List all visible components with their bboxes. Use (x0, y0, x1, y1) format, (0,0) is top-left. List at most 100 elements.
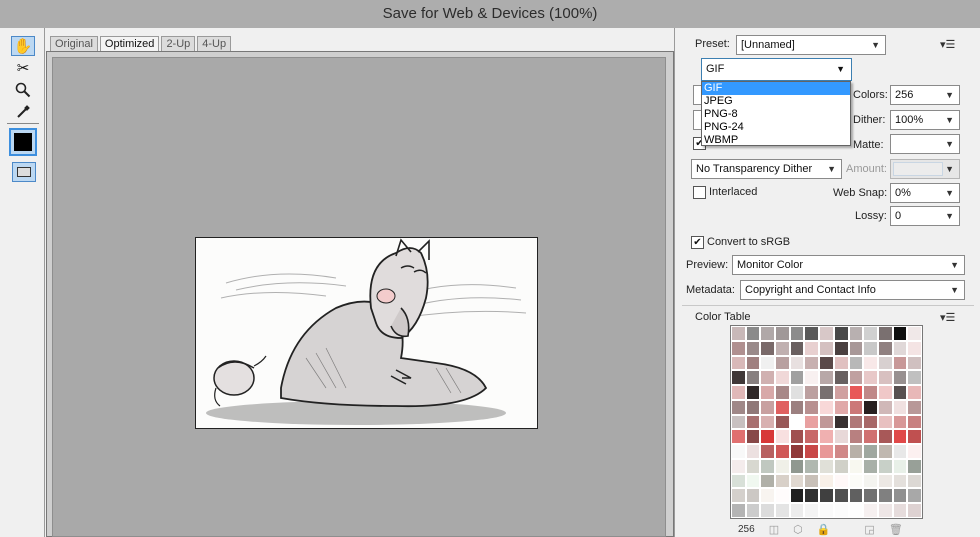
color-swatch[interactable] (732, 356, 745, 370)
color-swatch[interactable] (849, 371, 863, 385)
web-shift-icon[interactable]: ⬡ (793, 523, 803, 536)
color-swatch[interactable] (878, 415, 892, 429)
color-swatch[interactable] (908, 371, 921, 385)
color-swatch[interactable] (805, 371, 819, 385)
color-swatch[interactable] (820, 400, 833, 414)
color-swatch[interactable] (732, 341, 745, 355)
format-option-gif[interactable]: GIF (702, 82, 850, 95)
color-swatch[interactable] (908, 415, 921, 429)
zoom-tool-icon[interactable] (11, 80, 35, 100)
color-swatch[interactable] (820, 459, 833, 473)
color-swatch[interactable] (805, 489, 819, 503)
color-swatch[interactable] (776, 341, 789, 355)
color-swatch[interactable] (790, 371, 804, 385)
color-swatch[interactable] (834, 341, 848, 355)
color-swatch[interactable] (849, 356, 863, 370)
color-swatch[interactable] (776, 445, 789, 458)
color-swatch[interactable] (732, 430, 745, 444)
color-swatch[interactable] (761, 504, 775, 517)
color-swatch[interactable] (878, 459, 892, 473)
eyedropper-color-swatch[interactable] (9, 128, 37, 156)
format-option-png-8[interactable]: PNG-8 (702, 108, 850, 121)
color-swatch[interactable] (790, 430, 804, 444)
color-swatch[interactable] (834, 489, 848, 503)
color-swatch[interactable] (732, 415, 745, 429)
hand-tool-icon[interactable]: ✋ (11, 36, 35, 56)
optimized-image-preview[interactable] (195, 237, 538, 429)
color-swatch[interactable] (864, 489, 877, 503)
color-swatch[interactable] (864, 430, 877, 444)
color-swatch[interactable] (864, 356, 877, 370)
color-swatch[interactable] (790, 459, 804, 473)
color-swatch[interactable] (820, 327, 833, 340)
metadata-select[interactable]: Copyright and Contact Info ▼ (740, 280, 965, 300)
color-swatch[interactable] (864, 341, 877, 355)
color-swatch[interactable] (864, 371, 877, 385)
matte-select[interactable]: ▼ (890, 134, 960, 154)
color-swatch[interactable] (893, 504, 907, 517)
interlaced-checkbox[interactable] (693, 185, 706, 199)
color-swatch[interactable] (864, 386, 877, 399)
color-swatch[interactable] (834, 386, 848, 399)
color-swatch[interactable] (776, 489, 789, 503)
color-swatch[interactable] (849, 504, 863, 517)
color-swatch[interactable] (820, 371, 833, 385)
convert-srgb-option[interactable]: ✔ Convert to sRGB (691, 232, 790, 252)
color-swatch[interactable] (878, 445, 892, 458)
color-swatch[interactable] (776, 415, 789, 429)
color-swatch[interactable] (908, 341, 921, 355)
color-swatch[interactable] (732, 459, 745, 473)
color-swatch[interactable] (790, 341, 804, 355)
color-swatch[interactable] (746, 356, 760, 370)
color-swatch[interactable] (805, 459, 819, 473)
color-swatch[interactable] (761, 430, 775, 444)
color-swatch[interactable] (790, 386, 804, 399)
color-swatch[interactable] (820, 415, 833, 429)
color-swatch[interactable] (790, 327, 804, 340)
color-swatch[interactable] (849, 386, 863, 399)
color-swatch[interactable] (746, 489, 760, 503)
optimize-menu-icon[interactable]: ▾☰ (940, 38, 955, 51)
color-swatch[interactable] (746, 400, 760, 414)
interlaced-option[interactable]: Interlaced (693, 182, 757, 202)
color-swatch[interactable] (878, 327, 892, 340)
color-swatch[interactable] (849, 459, 863, 473)
color-swatch[interactable] (908, 356, 921, 370)
color-swatch[interactable] (820, 474, 833, 488)
color-swatch[interactable] (820, 356, 833, 370)
color-swatch[interactable] (864, 504, 877, 517)
color-swatch[interactable] (849, 341, 863, 355)
web-snap-select[interactable]: 0% ▼ (890, 183, 960, 203)
color-swatch[interactable] (805, 430, 819, 444)
color-swatch[interactable] (805, 386, 819, 399)
format-option-wbmp[interactable]: WBMP (702, 134, 850, 147)
eyedropper-tool-icon[interactable] (11, 102, 35, 122)
color-swatch[interactable] (776, 459, 789, 473)
color-swatch[interactable] (761, 459, 775, 473)
color-swatch[interactable] (878, 341, 892, 355)
color-table-grid[interactable] (730, 325, 923, 519)
color-swatch[interactable] (849, 445, 863, 458)
color-swatch[interactable] (849, 474, 863, 488)
color-swatch[interactable] (732, 371, 745, 385)
colors-select[interactable]: 256 ▼ (890, 85, 960, 105)
new-color-icon[interactable]: ◲ (864, 523, 874, 536)
color-swatch[interactable] (746, 371, 760, 385)
color-swatch[interactable] (893, 415, 907, 429)
color-swatch[interactable] (834, 327, 848, 340)
color-swatch[interactable] (776, 327, 789, 340)
color-swatch[interactable] (761, 415, 775, 429)
color-swatch[interactable] (893, 356, 907, 370)
color-swatch[interactable] (864, 415, 877, 429)
color-swatch[interactable] (908, 386, 921, 399)
color-swatch[interactable] (790, 445, 804, 458)
color-swatch[interactable] (834, 415, 848, 429)
trash-icon[interactable]: 🗑 (889, 523, 903, 536)
tab-original[interactable]: Original (50, 36, 98, 51)
color-swatch[interactable] (805, 400, 819, 414)
color-swatch[interactable] (761, 474, 775, 488)
format-option-png-24[interactable]: PNG-24 (702, 121, 850, 134)
color-swatch[interactable] (761, 371, 775, 385)
color-swatch[interactable] (732, 386, 745, 399)
color-swatch[interactable] (834, 459, 848, 473)
